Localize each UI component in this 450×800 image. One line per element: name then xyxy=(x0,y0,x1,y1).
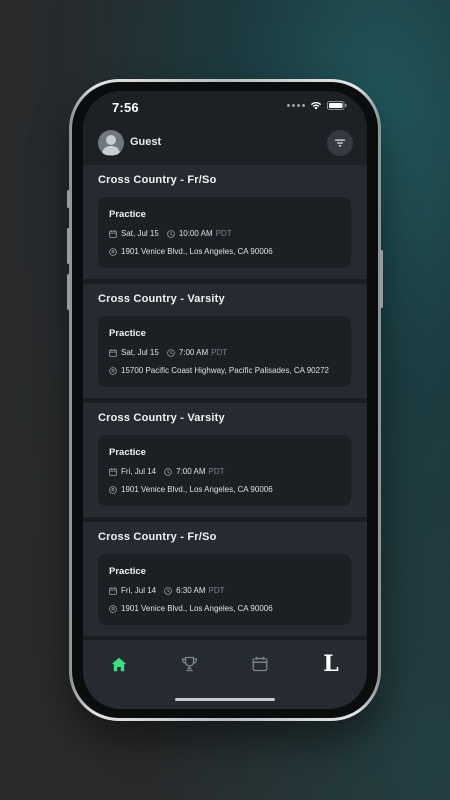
tab-logo[interactable]: L xyxy=(311,652,351,676)
team-name: Cross Country - Varsity xyxy=(98,293,225,305)
header: Guest xyxy=(83,121,367,165)
calendar-icon xyxy=(109,229,117,238)
event-time: 10:00 AM xyxy=(178,229,213,238)
event-time: 6:30 AM xyxy=(176,586,206,595)
tab-trophy[interactable] xyxy=(169,652,209,676)
filter-button[interactable] xyxy=(327,130,353,156)
signal-icon xyxy=(287,104,305,107)
clock-icon xyxy=(164,586,172,595)
event-type: Practice xyxy=(109,328,146,339)
clock-icon xyxy=(167,348,175,357)
event-timezone: PDT xyxy=(208,467,225,476)
user-avatar-icon[interactable] xyxy=(98,130,124,156)
event-datetime-row: Fri, Jul 14 7:00 AM PDT xyxy=(109,467,224,476)
calendar-icon xyxy=(109,586,117,595)
volume-down-button xyxy=(67,274,70,310)
location-pin-icon xyxy=(109,485,117,494)
event-type: Practice xyxy=(109,447,146,458)
event-location: 1901 Venice Blvd., Los Angeles, CA 90006 xyxy=(121,604,273,613)
event-datetime-row: Fri, Jul 14 6:30 AM PDT xyxy=(109,586,224,595)
team-name: Cross Country - Fr/So xyxy=(98,174,217,186)
event-location-row: 1901 Venice Blvd., Los Angeles, CA 90006 xyxy=(109,247,273,256)
event-date: Sat, Jul 15 xyxy=(121,348,159,357)
event-timezone: PDT xyxy=(208,586,225,595)
event-section: Cross Country - Fr/So Practice Sat, Jul … xyxy=(83,165,367,284)
tab-bar: L xyxy=(83,640,367,709)
calendar-icon xyxy=(109,348,117,357)
event-section: Cross Country - Varsity Practice Fri, Ju… xyxy=(83,403,367,522)
event-date: Sat, Jul 15 xyxy=(121,229,159,238)
event-location-row: 15700 Pacific Coast Highway, Pacific Pal… xyxy=(109,366,329,375)
logo-l-icon: L xyxy=(323,651,339,677)
clock-icon xyxy=(167,229,175,238)
event-location-row: 1901 Venice Blvd., Los Angeles, CA 90006 xyxy=(109,604,273,613)
home-indicator xyxy=(175,698,275,701)
location-pin-icon xyxy=(109,247,117,256)
clock-icon xyxy=(164,467,172,476)
event-card[interactable]: Practice Fri, Jul 14 7:00 AM PDT 1901 Ve… xyxy=(98,435,351,506)
status-icons xyxy=(287,101,347,110)
battery-icon xyxy=(327,101,347,110)
event-date: Fri, Jul 14 xyxy=(121,467,157,476)
filter-icon xyxy=(335,139,345,147)
event-date: Fri, Jul 14 xyxy=(121,586,157,595)
event-section: Cross Country - Fr/So Practice Fri, Jul … xyxy=(83,522,367,640)
team-name: Cross Country - Fr/So xyxy=(98,531,217,543)
event-section: Cross Country - Varsity Practice Sat, Ju… xyxy=(83,284,367,403)
event-card[interactable]: Practice Sat, Jul 15 10:00 AM PDT 1901 V… xyxy=(98,197,351,268)
event-datetime-row: Sat, Jul 15 10:00 AM PDT xyxy=(109,229,232,238)
status-time: 7:56 xyxy=(112,100,139,115)
tab-home[interactable] xyxy=(99,652,139,676)
status-bar: 7:56 xyxy=(83,91,367,121)
location-pin-icon xyxy=(109,604,117,613)
volume-up-button xyxy=(67,228,70,264)
team-name: Cross Country - Varsity xyxy=(98,412,225,424)
event-location: 15700 Pacific Coast Highway, Pacific Pal… xyxy=(121,366,329,375)
tab-calendar[interactable] xyxy=(240,652,280,676)
event-location: 1901 Venice Blvd., Los Angeles, CA 90006 xyxy=(121,247,273,256)
calendar-icon xyxy=(109,467,117,476)
calendar-icon xyxy=(252,656,268,672)
trophy-icon xyxy=(181,656,197,672)
event-card[interactable]: Practice Sat, Jul 15 7:00 AM PDT 15700 P… xyxy=(98,316,351,387)
event-location: 1901 Venice Blvd., Los Angeles, CA 90006 xyxy=(121,485,273,494)
location-pin-icon xyxy=(109,366,117,375)
event-card[interactable]: Practice Fri, Jul 14 6:30 AM PDT 1901 Ve… xyxy=(98,554,351,625)
event-timezone: PDT xyxy=(215,229,232,238)
app-screen: 7:56 Guest Cross Country - Fr/So Practic… xyxy=(83,91,367,709)
wifi-icon xyxy=(310,101,322,110)
event-timezone: PDT xyxy=(211,348,228,357)
power-button xyxy=(380,250,383,308)
user-name[interactable]: Guest xyxy=(130,136,161,148)
event-type: Practice xyxy=(109,209,146,220)
event-type: Practice xyxy=(109,566,146,577)
mute-switch xyxy=(67,190,70,208)
event-time: 7:00 AM xyxy=(176,467,206,476)
event-location-row: 1901 Venice Blvd., Los Angeles, CA 90006 xyxy=(109,485,273,494)
event-datetime-row: Sat, Jul 15 7:00 AM PDT xyxy=(109,348,227,357)
event-time: 7:00 AM xyxy=(178,348,209,357)
home-icon xyxy=(111,657,127,671)
event-list[interactable]: Cross Country - Fr/So Practice Sat, Jul … xyxy=(83,165,367,640)
